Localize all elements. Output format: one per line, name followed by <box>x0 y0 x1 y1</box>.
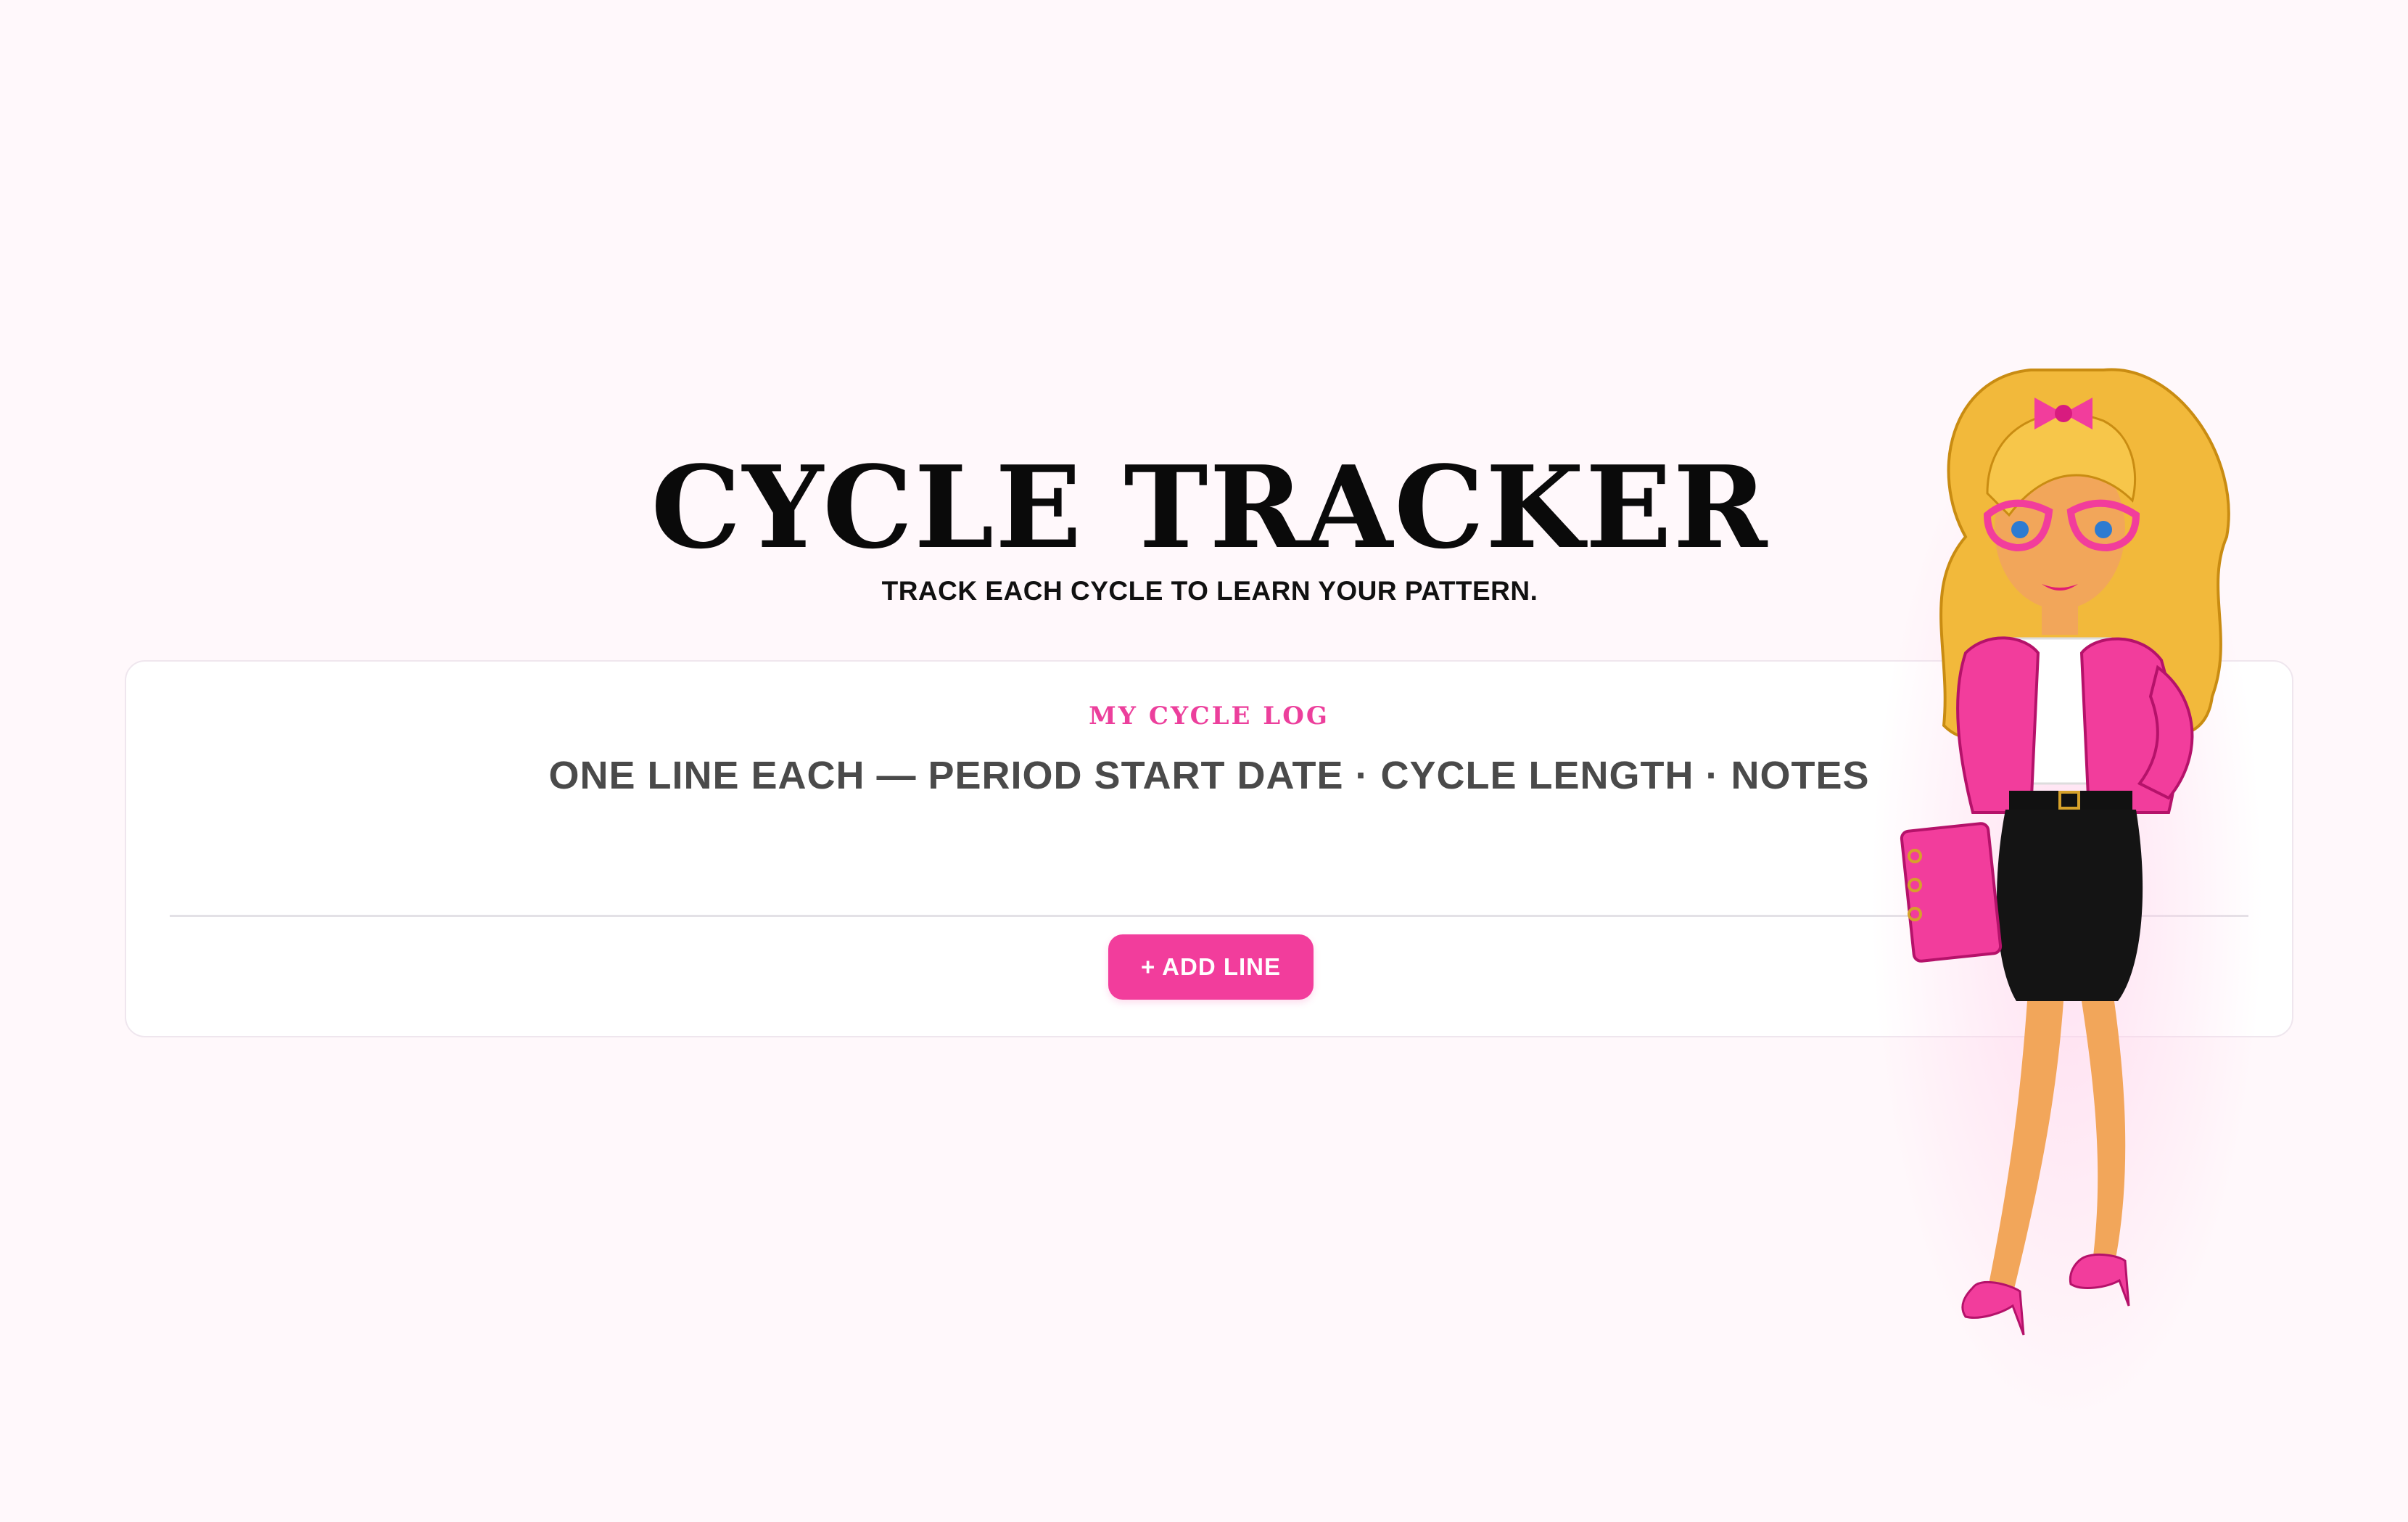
businesswoman-mascot-illustration <box>1871 368 2263 1422</box>
add-line-button[interactable]: + ADD LINE <box>1108 934 1314 1000</box>
